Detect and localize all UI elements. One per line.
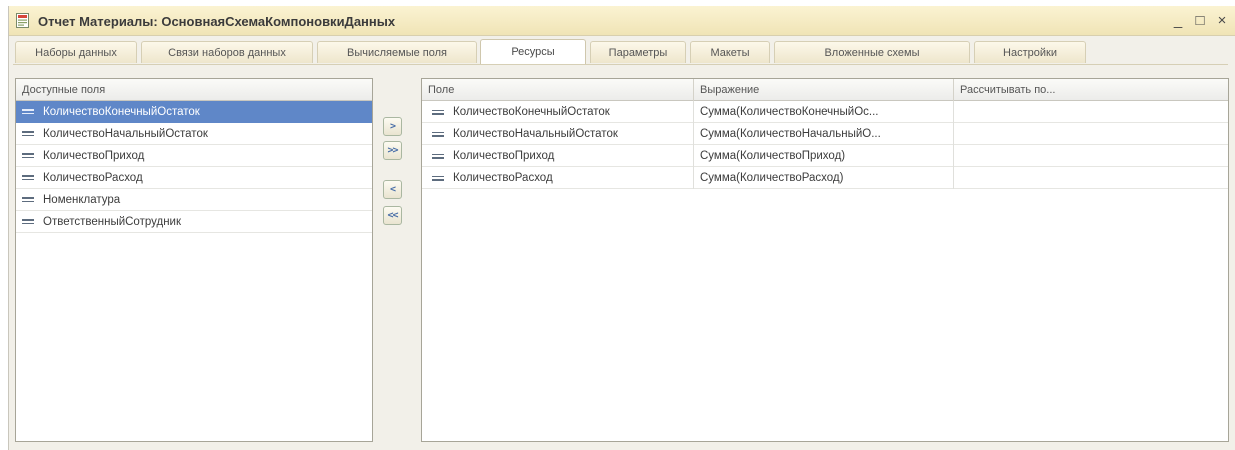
field-cell[interactable]: КоличествоКонечныйОстаток xyxy=(422,101,694,123)
list-item-label: КоличествоКонечныйОстаток xyxy=(43,105,200,118)
table-row[interactable]: КоличествоКонечныйОстаток Сумма(Количест… xyxy=(422,101,1228,123)
column-header-expression[interactable]: Выражение xyxy=(694,79,954,101)
tab-nested-schemas[interactable]: Вложенные схемы xyxy=(774,41,970,63)
tab-layouts[interactable]: Макеты xyxy=(690,41,770,63)
table-row[interactable]: КоличествоРасход Сумма(КоличествоРасход) xyxy=(422,167,1228,189)
close-button[interactable]: × xyxy=(1212,10,1232,30)
tab-resources[interactable]: Ресурсы xyxy=(480,39,586,64)
expression-cell[interactable]: Сумма(КоличествоПриход) xyxy=(694,145,954,167)
window-title: Отчет Материалы: ОсновнаяСхемаКомпоновки… xyxy=(38,14,396,29)
tab-datasets[interactable]: Наборы данных xyxy=(15,41,137,63)
expression-cell[interactable]: Сумма(КоличествоНачальныйО... xyxy=(694,123,954,145)
field-icon xyxy=(432,131,444,137)
tab-parameters[interactable]: Параметры xyxy=(590,41,686,63)
list-item[interactable]: КоличествоНачальныйОстаток xyxy=(16,123,372,145)
document-icon xyxy=(16,13,29,28)
list-item-label: ОтветственныйСотрудник xyxy=(43,215,181,228)
list-item[interactable]: ОтветственныйСотрудник xyxy=(16,211,372,233)
field-icon xyxy=(22,175,34,180)
field-icon xyxy=(22,109,34,114)
field-icon xyxy=(432,153,444,159)
field-cell-label: КоличествоПриход xyxy=(453,150,555,162)
field-icon xyxy=(22,153,34,158)
remove-all-fields-button[interactable]: << xyxy=(383,206,402,225)
column-header-calc-by[interactable]: Рассчитывать по... xyxy=(954,79,1228,101)
field-cell[interactable]: КоличествоНачальныйОстаток xyxy=(422,123,694,145)
calc-by-cell[interactable] xyxy=(954,167,1228,189)
expression-cell[interactable]: Сумма(КоличествоРасход) xyxy=(694,167,954,189)
list-item[interactable]: КоличествоПриход xyxy=(16,145,372,167)
tab-settings[interactable]: Настройки xyxy=(974,41,1086,63)
tab-bar: Наборы данных Связи наборов данных Вычис… xyxy=(13,39,1228,65)
table-header: Поле Выражение Рассчитывать по... xyxy=(422,79,1228,101)
minimize-button[interactable]: _ xyxy=(1168,10,1188,30)
calc-by-cell[interactable] xyxy=(954,101,1228,123)
field-icon xyxy=(22,131,34,136)
composition-schema-window: Отчет Материалы: ОсновнаяСхемаКомпоновки… xyxy=(8,6,1235,450)
available-fields-panel: Доступные поля КоличествоКонечныйОстаток… xyxy=(15,78,373,442)
column-header-field[interactable]: Поле xyxy=(422,79,694,101)
available-fields-header: Доступные поля xyxy=(16,79,372,101)
add-field-button[interactable]: > xyxy=(383,117,402,136)
field-icon xyxy=(22,219,34,224)
remove-field-button[interactable]: < xyxy=(383,180,402,199)
field-cell[interactable]: КоличествоПриход xyxy=(422,145,694,167)
table-row[interactable]: КоличествоПриход Сумма(КоличествоПриход) xyxy=(422,145,1228,167)
maximize-button[interactable]: □ xyxy=(1190,10,1210,30)
list-item[interactable]: Номенклатура xyxy=(16,189,372,211)
list-item[interactable]: КоличествоРасход xyxy=(16,167,372,189)
tab-dataset-links[interactable]: Связи наборов данных xyxy=(141,41,313,63)
list-item-label: КоличествоРасход xyxy=(43,171,143,184)
list-item-label: КоличествоНачальныйОстаток xyxy=(43,127,208,140)
field-cell-label: КоличествоРасход xyxy=(453,172,553,184)
resources-table: Поле Выражение Рассчитывать по... Количе… xyxy=(421,78,1229,442)
list-item[interactable]: КоличествоКонечныйОстаток xyxy=(16,101,372,123)
list-item-label: Номенклатура xyxy=(43,193,121,206)
calc-by-cell[interactable] xyxy=(954,123,1228,145)
field-icon xyxy=(22,197,34,202)
field-cell-label: КоличествоКонечныйОстаток xyxy=(453,106,610,118)
field-cell-label: КоличествоНачальныйОстаток xyxy=(453,128,618,140)
field-icon xyxy=(432,109,444,115)
tab-divider xyxy=(13,64,1228,65)
table-row[interactable]: КоличествоНачальныйОстаток Сумма(Количес… xyxy=(422,123,1228,145)
title-bar: Отчет Материалы: ОсновнаяСхемаКомпоновки… xyxy=(9,6,1235,36)
calc-by-cell[interactable] xyxy=(954,145,1228,167)
field-icon xyxy=(432,175,444,181)
add-all-fields-button[interactable]: >> xyxy=(383,141,402,160)
tab-calculated-fields[interactable]: Вычисляемые поля xyxy=(317,41,477,63)
list-item-label: КоличествоПриход xyxy=(43,149,145,162)
expression-cell[interactable]: Сумма(КоличествоКонечныйОс... xyxy=(694,101,954,123)
field-cell[interactable]: КоличествоРасход xyxy=(422,167,694,189)
